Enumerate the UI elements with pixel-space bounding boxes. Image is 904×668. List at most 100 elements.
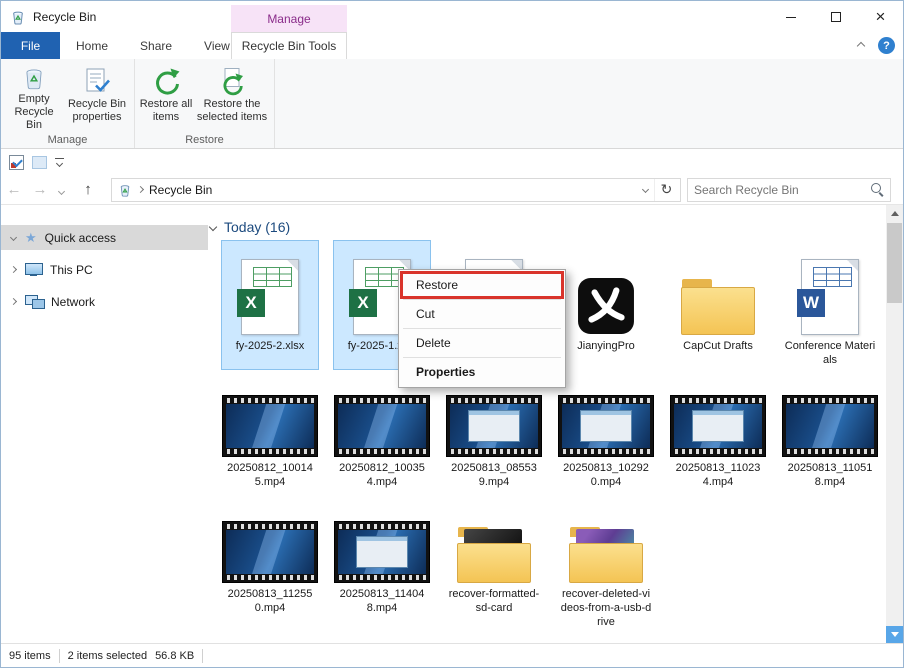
ribbon-group-manage: Empty Recycle Bin Recycle Bin properties… bbox=[1, 59, 135, 148]
menu-item-properties[interactable]: Properties bbox=[401, 359, 563, 385]
file-tile[interactable]: recover-deleted-videos-from-a-usb-drive bbox=[558, 517, 654, 631]
empty-recycle-bin-button[interactable]: Empty Recycle Bin bbox=[5, 62, 63, 132]
search-input[interactable] bbox=[694, 183, 871, 197]
close-icon: × bbox=[876, 7, 886, 27]
restore-all-items-button[interactable]: Restore all items bbox=[139, 62, 193, 132]
context-menu: Restore Cut Delete Properties bbox=[398, 269, 566, 388]
file-tile[interactable]: JianyingPro bbox=[558, 241, 654, 369]
file-name: 20250813_085539.mp4 bbox=[448, 461, 540, 489]
ribbon-tab-row: File Home Share View Recycle Bin Tools ? bbox=[1, 32, 903, 59]
minimize-button[interactable] bbox=[768, 1, 813, 33]
file-tile[interactable]: 20250813_085539.mp4 bbox=[446, 391, 542, 491]
expand-icon[interactable] bbox=[10, 298, 17, 305]
file-tile[interactable]: 20250813_112550.mp4 bbox=[222, 517, 318, 631]
menu-separator bbox=[403, 357, 561, 358]
tab-file[interactable]: File bbox=[1, 32, 60, 59]
file-name: JianyingPro bbox=[560, 339, 652, 353]
file-tile[interactable]: W Conference Materials bbox=[782, 241, 878, 369]
video-thumbnail-icon bbox=[782, 395, 878, 457]
video-thumbnail-icon bbox=[558, 395, 654, 457]
folder-icon bbox=[681, 279, 755, 335]
sidebar-item-network[interactable]: Network bbox=[1, 289, 208, 314]
maximize-button[interactable] bbox=[813, 1, 858, 33]
breadcrumb-location-icon bbox=[118, 183, 132, 197]
tab-home[interactable]: Home bbox=[60, 32, 124, 59]
scroll-down-icon[interactable] bbox=[886, 626, 903, 643]
word-file-icon: W bbox=[801, 259, 859, 335]
file-name: CapCut Drafts bbox=[672, 339, 764, 353]
refresh-icon[interactable]: ↻ bbox=[654, 179, 678, 201]
search-icon[interactable] bbox=[871, 183, 884, 196]
restore-all-icon bbox=[151, 66, 181, 96]
file-name: fy-2025-2.xlsx bbox=[224, 339, 316, 353]
recent-locations-icon[interactable] bbox=[57, 187, 64, 194]
search-box bbox=[687, 178, 891, 202]
tab-recycle-bin-tools[interactable]: Recycle Bin Tools bbox=[231, 32, 347, 59]
scrollbar-thumb[interactable] bbox=[887, 223, 902, 303]
video-thumbnail-icon bbox=[670, 395, 766, 457]
file-name: 20250813_112550.mp4 bbox=[224, 587, 316, 615]
file-tile[interactable]: CapCut Drafts bbox=[670, 241, 766, 369]
recycle-bin-icon bbox=[10, 9, 26, 25]
expand-icon[interactable] bbox=[10, 234, 17, 241]
file-tile[interactable]: 20250813_102920.mp4 bbox=[558, 391, 654, 491]
up-icon[interactable]: ↑ bbox=[75, 181, 101, 198]
address-dropdown-icon[interactable] bbox=[642, 186, 649, 193]
sidebar-item-quick-access[interactable]: ★ Quick access bbox=[1, 225, 208, 250]
minimize-icon bbox=[786, 17, 796, 18]
video-thumbnail-icon bbox=[222, 521, 318, 583]
tab-share[interactable]: Share bbox=[124, 32, 188, 59]
recycle-bin-properties-button[interactable]: Recycle Bin properties bbox=[63, 62, 131, 132]
file-tile[interactable]: 20250813_110518.mp4 bbox=[782, 391, 878, 491]
breadcrumb-location[interactable]: Recycle Bin bbox=[149, 183, 212, 197]
file-name: Conference Materials bbox=[784, 339, 876, 367]
menu-separator bbox=[403, 299, 561, 300]
ribbon-group-label: Manage bbox=[1, 134, 134, 146]
sidebar-item-this-pc[interactable]: This PC bbox=[1, 257, 208, 282]
network-icon bbox=[25, 295, 43, 308]
menu-item-restore[interactable]: Restore bbox=[401, 272, 563, 298]
vertical-scrollbar[interactable] bbox=[886, 205, 903, 643]
file-tile[interactable]: 20250812_100145.mp4 bbox=[222, 391, 318, 491]
scroll-up-icon[interactable] bbox=[886, 205, 903, 222]
group-header-label: Today (16) bbox=[224, 219, 290, 235]
file-name: 20250812_100145.mp4 bbox=[224, 461, 316, 489]
selection-size: 56.8 KB bbox=[155, 650, 202, 662]
excel-file-icon: X bbox=[241, 259, 299, 335]
expand-icon[interactable] bbox=[10, 266, 17, 273]
forward-icon[interactable]: → bbox=[27, 181, 53, 198]
qat-customize-dropdown-icon[interactable] bbox=[55, 158, 64, 167]
restore-selected-icon bbox=[217, 66, 247, 96]
jianyingpro-app-icon bbox=[577, 277, 635, 335]
qat-new-folder-icon[interactable] bbox=[32, 156, 47, 169]
file-tile[interactable]: 20250813_110234.mp4 bbox=[670, 391, 766, 491]
date-group-header[interactable]: Today (16) bbox=[210, 219, 290, 235]
navigation-pane: ★ Quick access This PC Network bbox=[1, 205, 208, 643]
file-name: 20250813_110518.mp4 bbox=[784, 461, 876, 489]
video-thumbnail-icon bbox=[334, 395, 430, 457]
address-bar-row: ← → ↑ Recycle Bin ↻ bbox=[1, 175, 903, 205]
file-tile[interactable]: recover-formatted-sd-card bbox=[446, 517, 542, 631]
collapse-group-icon[interactable] bbox=[209, 223, 217, 231]
file-tile[interactable]: 20250813_114048.mp4 bbox=[334, 517, 430, 631]
qat-properties-icon[interactable] bbox=[9, 155, 24, 170]
selection-count: 2 items selected bbox=[60, 650, 155, 662]
ribbon-collapse-icon[interactable] bbox=[857, 41, 865, 49]
empty-recycle-bin-icon bbox=[19, 66, 49, 91]
restore-selected-items-button[interactable]: Restore the selected items bbox=[193, 62, 271, 132]
quick-access-star-icon: ★ bbox=[25, 231, 37, 244]
video-thumbnail-icon bbox=[222, 395, 318, 457]
sidebar-item-label: This PC bbox=[50, 263, 93, 277]
menu-item-delete[interactable]: Delete bbox=[401, 330, 563, 356]
help-icon[interactable]: ? bbox=[878, 37, 895, 54]
close-button[interactable]: × bbox=[858, 1, 903, 33]
file-name: 20250813_114048.mp4 bbox=[336, 587, 428, 615]
menu-item-cut[interactable]: Cut bbox=[401, 301, 563, 327]
address-bar[interactable]: Recycle Bin ↻ bbox=[111, 178, 681, 202]
back-icon[interactable]: ← bbox=[1, 181, 27, 198]
quick-access-toolbar bbox=[1, 149, 903, 175]
file-tile[interactable]: 20250812_100354.mp4 bbox=[334, 391, 430, 491]
file-tile[interactable]: X fy-2025-2.xlsx bbox=[222, 241, 318, 369]
video-thumbnail-icon bbox=[446, 395, 542, 457]
contextual-group-header: Manage bbox=[231, 5, 347, 32]
